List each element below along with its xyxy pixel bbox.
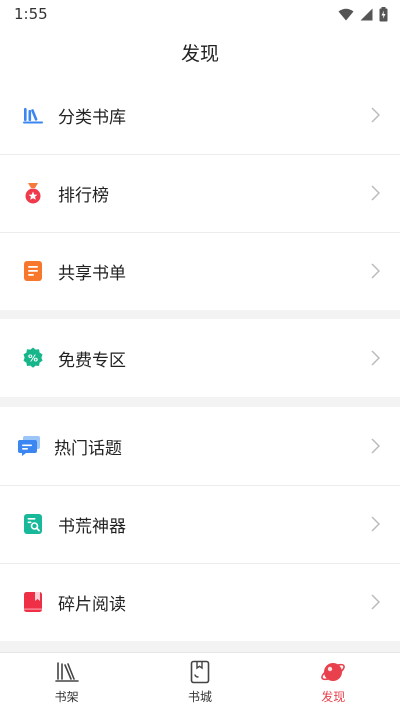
discover-planet-icon (320, 659, 346, 685)
item-label: 共享书单 (58, 263, 126, 284)
bookshelf-icon (54, 659, 80, 685)
status-bar: 1:55 (0, 0, 400, 28)
nav-label: 书城 (187, 690, 212, 704)
nav-tab-discover[interactable]: 发现 (283, 659, 383, 705)
chevron-right-icon (370, 185, 380, 201)
nav-label: 发现 (321, 690, 346, 704)
list-item-ranking[interactable]: 排行榜 (0, 154, 400, 232)
bookstore-icon (187, 659, 213, 685)
list-item-fragment-reading[interactable]: 碎片阅读 (0, 563, 400, 641)
page-title: 发现 (180, 42, 219, 65)
list-item-hot-topics[interactable]: 热门话题 (0, 407, 400, 485)
list-item-category-library[interactable]: 分类书库 (0, 76, 400, 154)
list-group-3: 热门话题 书荒神器 碎片阅读 (0, 407, 400, 641)
cellular-signal-icon (360, 8, 373, 20)
chevron-right-icon (370, 438, 380, 454)
list-item-free-zone[interactable]: % 免费专区 (0, 319, 400, 397)
wifi-icon (338, 8, 354, 20)
chevron-right-icon (370, 594, 380, 610)
item-label: 免费专区 (58, 350, 126, 371)
list-group-2: % 免费专区 (0, 319, 400, 397)
item-label: 书荒神器 (58, 516, 126, 537)
nav-tab-bookshelf[interactable]: 书架 (17, 659, 117, 705)
medal-icon (22, 182, 44, 204)
item-label: 热门话题 (54, 438, 122, 459)
status-icons (338, 6, 388, 22)
percent-badge-icon: % (22, 347, 44, 369)
book-search-icon (22, 513, 44, 535)
item-label: 分类书库 (58, 107, 126, 128)
battery-icon (379, 6, 388, 21)
chevron-right-icon (370, 516, 380, 532)
list-item-book-finder[interactable]: 书荒神器 (0, 485, 400, 563)
bottom-nav: 书架 书城 发现 (0, 652, 400, 711)
svg-text:%: % (28, 354, 38, 365)
list-item-shared-booklist[interactable]: 共享书单 (0, 232, 400, 310)
list-group-1: 分类书库 排行榜 共享书单 (0, 76, 400, 310)
status-time: 1:55 (14, 5, 48, 23)
item-label: 排行榜 (58, 185, 109, 206)
red-book-icon (22, 591, 44, 613)
chevron-right-icon (370, 350, 380, 366)
chat-bubble-icon (18, 435, 40, 457)
nav-tab-bookstore[interactable]: 书城 (150, 659, 250, 705)
page-header: 发现 (0, 28, 400, 76)
chevron-right-icon (370, 107, 380, 123)
nav-label: 书架 (54, 690, 79, 704)
chevron-right-icon (370, 263, 380, 279)
bookshelf-category-icon (22, 104, 44, 126)
list-document-icon (22, 260, 44, 282)
item-label: 碎片阅读 (58, 594, 126, 615)
